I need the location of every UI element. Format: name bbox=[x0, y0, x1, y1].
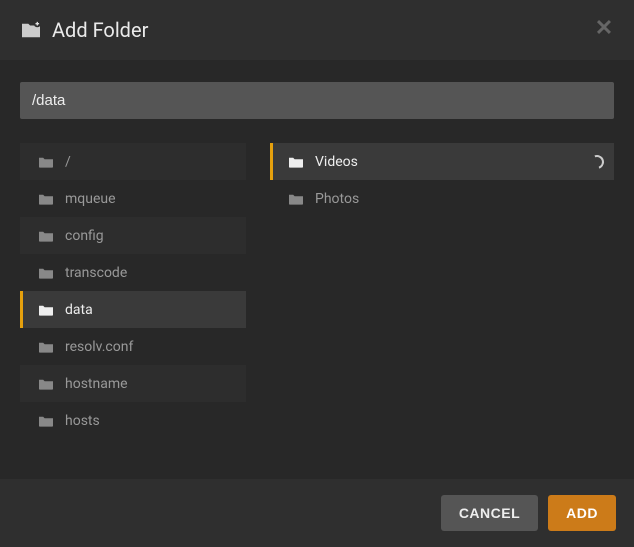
folder-column-1: / mqueue config transcode data resolv.conf hos… bbox=[20, 143, 246, 469]
dialog-body: / mqueue config transcode data resolv.conf hos… bbox=[0, 60, 634, 479]
folder-icon bbox=[37, 229, 55, 243]
folder-item[interactable]: resolv.conf bbox=[20, 328, 246, 365]
folder-item[interactable]: Videos bbox=[270, 143, 614, 180]
folder-item[interactable]: hosts bbox=[20, 402, 246, 439]
folder-item[interactable]: Photos bbox=[270, 180, 614, 217]
folder-item-label: hostname bbox=[65, 376, 236, 392]
folder-item-label: mqueue bbox=[65, 191, 236, 207]
folder-item[interactable]: transcode bbox=[20, 254, 246, 291]
path-input[interactable] bbox=[20, 82, 614, 119]
folder-column-2: Videos Photos bbox=[270, 143, 614, 469]
folder-item-label: resolv.conf bbox=[65, 339, 236, 355]
folder-columns: / mqueue config transcode data resolv.conf hos… bbox=[20, 143, 614, 469]
folder-item-label: config bbox=[65, 228, 236, 244]
folder-item-label: Videos bbox=[315, 154, 584, 170]
folder-item[interactable]: mqueue bbox=[20, 180, 246, 217]
folder-icon bbox=[37, 340, 55, 354]
dialog-header: Add Folder ✕ bbox=[0, 0, 634, 60]
folder-icon bbox=[37, 303, 55, 317]
folder-icon bbox=[37, 266, 55, 280]
folder-item-label: hosts bbox=[65, 413, 236, 429]
dialog-title: Add Folder bbox=[52, 18, 148, 42]
folder-item-label: Photos bbox=[315, 191, 604, 207]
folder-icon bbox=[37, 155, 55, 169]
folder-item-label: transcode bbox=[65, 265, 236, 281]
folder-item[interactable]: hostname bbox=[20, 365, 246, 402]
folder-item[interactable]: config bbox=[20, 217, 246, 254]
loading-spinner-icon bbox=[588, 152, 607, 171]
folder-icon bbox=[287, 192, 305, 206]
add-folder-icon bbox=[20, 21, 42, 39]
folder-item[interactable]: data bbox=[20, 291, 246, 328]
close-button[interactable]: ✕ bbox=[590, 14, 618, 42]
dialog-footer: CANCEL ADD bbox=[0, 479, 634, 547]
folder-item[interactable]: / bbox=[20, 143, 246, 180]
folder-icon bbox=[37, 192, 55, 206]
folder-item-label: / bbox=[65, 154, 236, 170]
folder-item-label: data bbox=[65, 302, 236, 318]
folder-icon bbox=[37, 414, 55, 428]
add-folder-dialog: Add Folder ✕ / mqueue config transcode data r… bbox=[0, 0, 634, 547]
folder-icon bbox=[37, 377, 55, 391]
add-button[interactable]: ADD bbox=[548, 495, 616, 531]
cancel-button[interactable]: CANCEL bbox=[441, 495, 538, 531]
folder-icon bbox=[287, 155, 305, 169]
